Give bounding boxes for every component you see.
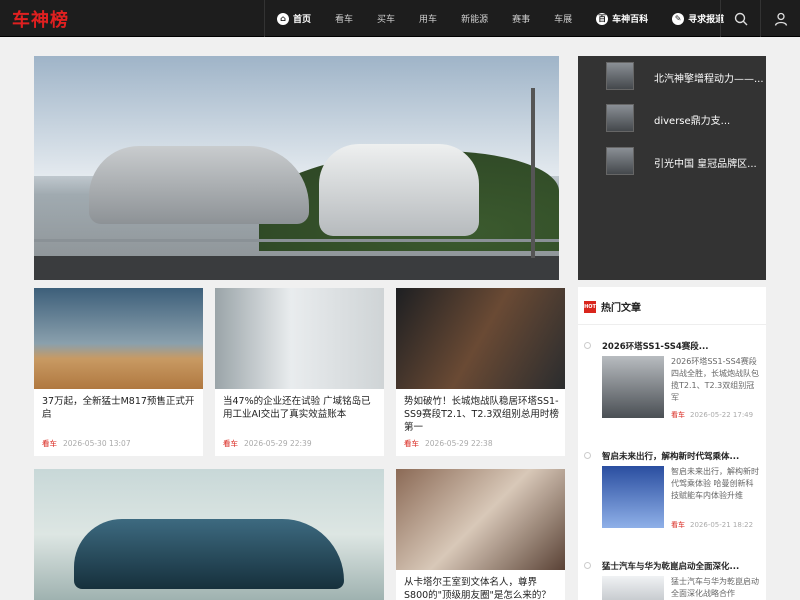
timeline-dot-icon — [584, 342, 591, 349]
article-thumbnail — [34, 288, 203, 389]
side-thumb — [606, 147, 634, 175]
article-card[interactable]: 37万起，全新猛士M817预售正式开启 看车 2026-05-30 13:07 — [34, 288, 203, 456]
nav-item-maiche[interactable]: 买车 — [365, 0, 407, 37]
nav-item-wiki[interactable]: 百 车神百科 — [584, 0, 660, 37]
article-card[interactable]: 当47%的企业还在试验 广域铭岛已用工业AI交出了真实效益账本 看车 2026-0… — [215, 288, 384, 456]
user-button[interactable] — [760, 0, 800, 37]
article-thumbnail — [396, 469, 565, 570]
hot-article-thumbnail — [602, 466, 664, 528]
featured-article-image — [34, 469, 384, 600]
article-meta: 看车 2026-05-30 13:07 — [42, 439, 131, 448]
nav-item-xinnengyuan[interactable]: 新能源 — [449, 0, 500, 37]
nav-menu: ⌂ 首页 看车 买车 用车 新能源 赛事 车展 百 车神百科 ✎ 寻求报道 — [264, 0, 736, 37]
nav-item-home[interactable]: ⌂ 首页 — [265, 0, 323, 37]
featured-car — [74, 519, 344, 589]
hero-car-silver — [89, 146, 309, 224]
article-title[interactable]: 势如破竹！长城炮战队稳居环塔SS1-SS9赛段T2.1、T2.3双组别总用时榜第… — [404, 395, 559, 434]
nav-item-kanche[interactable]: 看车 — [323, 0, 365, 37]
hot-article-item[interactable]: 智启未来出行，解构新时代驾乘体... 智启未来出行，解构新时代驾乘体验 哈曼创新… — [578, 450, 766, 540]
article-thumbnail — [215, 288, 384, 389]
hot-article-thumbnail — [602, 576, 664, 600]
featured-article-card[interactable] — [34, 469, 384, 600]
side-list-item[interactable]: 北汽神擎增程动力——... — [578, 62, 766, 92]
article-title[interactable]: 从卡塔尔王室到文体名人，尊界S800的"顶级朋友圈"是怎么来的？ — [404, 576, 559, 600]
hero-banner[interactable] — [34, 56, 559, 280]
side-carousel-list: 北汽神擎增程动力——... diverse鼎力支... 引光中国 皇冠品牌区..… — [578, 56, 766, 280]
side-list-item[interactable]: diverse鼎力支... — [578, 104, 766, 134]
home-icon: ⌂ — [277, 12, 289, 25]
article-card[interactable]: 势如破竹！长城炮战队稳居环塔SS1-SS9赛段T2.1、T2.3双组别总用时榜第… — [396, 288, 565, 456]
search-button[interactable] — [720, 0, 760, 37]
nav-item-saishi[interactable]: 赛事 — [500, 0, 542, 37]
article-thumbnail — [396, 288, 565, 389]
hot-articles-header: HOT 热门文章 — [584, 299, 641, 314]
hot-articles-panel: HOT 热门文章 2026环塔SS1-SS4赛段... 2026环塔SS1-SS… — [578, 287, 766, 600]
nav-item-chezhan[interactable]: 车展 — [542, 0, 584, 37]
hero-car-white — [319, 144, 479, 236]
hot-article-item[interactable]: 2026环塔SS1-SS4赛段... 2026环塔SS1-SS4赛段四战全胜，长… — [578, 340, 766, 430]
nav-item-yongche[interactable]: 用车 — [407, 0, 449, 37]
article-card[interactable]: 从卡塔尔王室到文体名人，尊界S800的"顶级朋友圈"是怎么来的？ — [396, 469, 565, 600]
article-title[interactable]: 37万起，全新猛士M817预售正式开启 — [42, 395, 197, 421]
side-thumb — [606, 104, 634, 132]
top-nav: 车神榜 ⌂ 首页 看车 买车 用车 新能源 赛事 车展 百 车神百科 ✎ 寻求报… — [0, 0, 800, 37]
article-meta: 看车 2026-05-29 22:39 — [223, 439, 312, 448]
side-thumb — [606, 62, 634, 90]
hot-article-thumbnail — [602, 356, 664, 418]
site-logo[interactable]: 车神榜 — [12, 6, 69, 32]
search-icon — [734, 12, 747, 25]
side-list-item[interactable]: 引光中国 皇冠品牌区... — [578, 147, 766, 177]
wiki-icon: 百 — [596, 12, 609, 25]
user-icon — [774, 12, 787, 26]
timeline-dot-icon — [584, 562, 591, 569]
hot-article-item[interactable]: 猛士汽车与华为乾崑启动全面深化... 猛士汽车与华为乾崑启动全面深化战略合作 — [578, 560, 766, 600]
hot-badge-icon: HOT — [584, 300, 596, 313]
article-title[interactable]: 当47%的企业还在试验 广域铭岛已用工业AI交出了真实效益账本 — [223, 395, 378, 421]
article-meta: 看车 2026-05-29 22:38 — [404, 439, 493, 448]
timeline-dot-icon — [584, 452, 591, 459]
edit-icon: ✎ — [672, 12, 685, 25]
